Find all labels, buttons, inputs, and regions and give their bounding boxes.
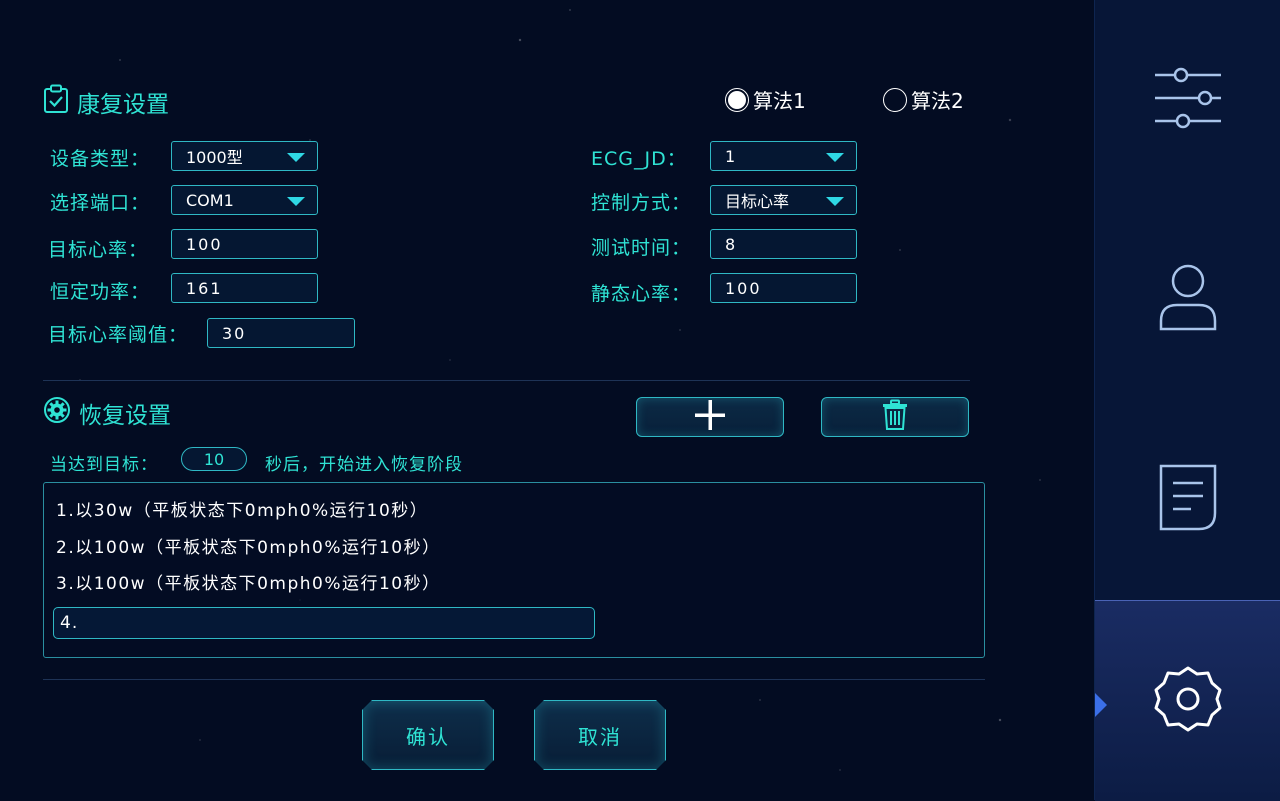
sidebar <box>1094 0 1280 801</box>
control-mode-select[interactable]: 目标心率 <box>710 185 857 215</box>
ecg-jd-value: 1 <box>725 146 736 166</box>
rehab-section-title: 康复设置 <box>43 84 169 120</box>
port-select[interactable]: COM1 <box>171 185 318 215</box>
trash-icon <box>881 399 909 435</box>
new-step-input[interactable] <box>53 607 595 639</box>
device-type-select[interactable]: 1000型 <box>171 141 318 171</box>
radio-algorithm-2-label: 算法2 <box>911 89 964 113</box>
radio-algorithm-2[interactable]: 算法2 <box>883 85 964 114</box>
reach-target-label: 当达到目标： <box>50 455 158 475</box>
list-item[interactable]: 3.以100w（平板状态下0mph0%运行10秒） <box>56 569 441 594</box>
device-type-value: 1000型 <box>186 148 243 167</box>
recovery-steps-list: 1.以30w（平板状态下0mph0%运行10秒） 2.以100w（平板状态下0m… <box>43 482 985 658</box>
document-icon <box>1157 463 1219 537</box>
section-divider <box>43 380 970 381</box>
ecg-jd-label: ECG_JD： <box>591 148 687 170</box>
port-value: COM1 <box>186 190 234 210</box>
resting-hr-input[interactable]: 100 <box>710 273 857 303</box>
plus-icon <box>693 398 727 436</box>
recovery-section-title: 恢复设置 <box>43 396 171 430</box>
cancel-button[interactable]: 取消 <box>534 700 666 770</box>
active-indicator <box>1095 693 1107 717</box>
gear-icon <box>1153 664 1223 738</box>
target-hr-threshold-input[interactable]: 30 <box>207 318 355 348</box>
reach-target-suffix: 秒后，开始进入恢复阶段 <box>265 455 463 475</box>
radio-unchecked-icon <box>883 87 907 112</box>
test-time-input[interactable]: 8 <box>710 229 857 259</box>
chevron-down-icon <box>826 153 844 162</box>
target-hr-label: 目标心率： <box>48 239 149 261</box>
add-step-button[interactable] <box>636 397 784 437</box>
test-time-label: 测试时间： <box>591 237 692 259</box>
sidebar-item-reports[interactable] <box>1095 400 1280 600</box>
radio-algorithm-1-label: 算法1 <box>753 89 806 113</box>
radio-algorithm-1[interactable]: 算法1 <box>725 85 806 114</box>
device-type-label: 设备类型： <box>50 148 151 170</box>
sliders-icon <box>1153 67 1223 133</box>
radio-checked-icon <box>725 87 749 112</box>
target-hr-input[interactable]: 100 <box>171 229 318 259</box>
ecg-jd-select[interactable]: 1 <box>710 141 857 171</box>
target-hr-threshold-label: 目标心率阈值： <box>48 324 189 346</box>
user-icon <box>1157 263 1219 337</box>
list-item[interactable]: 1.以30w（平板状态下0mph0%运行10秒） <box>56 496 428 521</box>
chevron-down-icon <box>287 197 305 206</box>
rehab-section-title-text: 康复设置 <box>77 92 169 118</box>
sidebar-item-settings[interactable] <box>1095 600 1280 801</box>
confirm-button[interactable]: 确认 <box>362 700 494 770</box>
sidebar-item-filters[interactable] <box>1095 0 1280 200</box>
list-item[interactable]: 2.以100w（平板状态下0mph0%运行10秒） <box>56 533 441 558</box>
port-label: 选择端口： <box>50 192 151 214</box>
constant-power-input[interactable]: 161 <box>171 273 318 303</box>
constant-power-label: 恒定功率： <box>50 281 151 303</box>
footer-divider <box>43 679 985 680</box>
chevron-down-icon <box>287 153 305 162</box>
resting-hr-label: 静态心率： <box>591 283 692 305</box>
clipboard-check-icon <box>43 84 69 120</box>
gear-badge-icon <box>43 396 71 430</box>
recovery-section-title-text: 恢复设置 <box>79 403 171 429</box>
reach-seconds-input[interactable]: 10 <box>181 447 247 471</box>
sidebar-item-user[interactable] <box>1095 200 1280 400</box>
chevron-down-icon <box>826 197 844 206</box>
control-mode-label: 控制方式： <box>591 192 692 214</box>
control-mode-value: 目标心率 <box>725 192 790 211</box>
delete-step-button[interactable] <box>821 397 969 437</box>
